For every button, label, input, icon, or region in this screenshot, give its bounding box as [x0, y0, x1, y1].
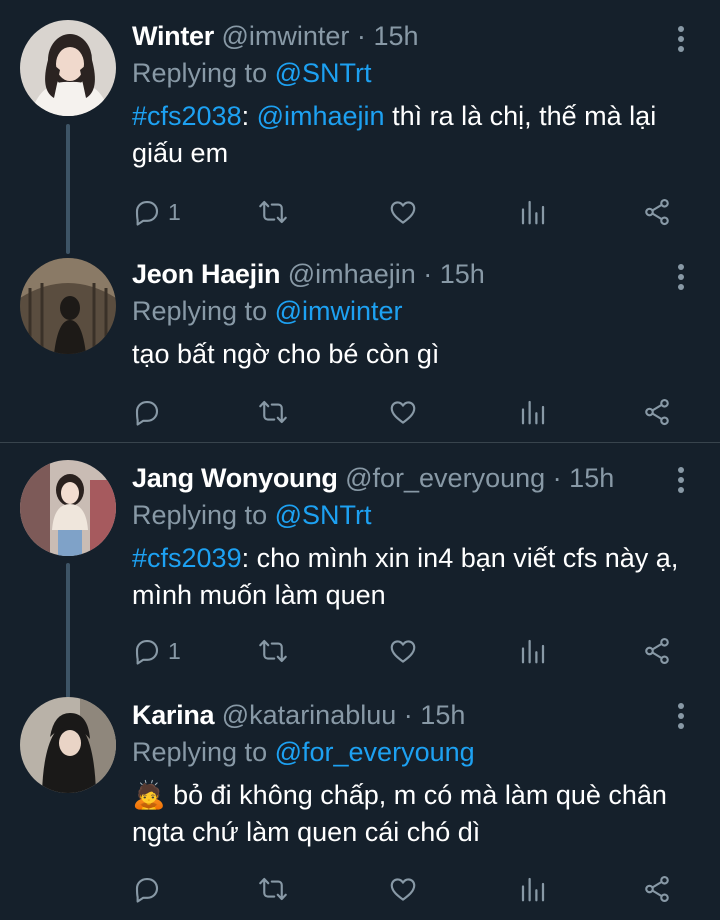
separator-dot: ·	[423, 259, 433, 289]
timestamp[interactable]: 15h	[373, 21, 418, 51]
tweet[interactable]: Jeon Haejin @imhaejin · 15h Replying to …	[0, 248, 720, 442]
share-icon	[645, 398, 669, 426]
retweet-button[interactable]	[258, 396, 288, 428]
heart-icon	[390, 878, 416, 901]
tweet-text-part: :	[241, 101, 257, 131]
replying-label: Replying to	[132, 296, 268, 326]
analytics-button[interactable]	[518, 635, 548, 667]
share-button[interactable]	[642, 635, 672, 667]
heart-icon	[390, 401, 416, 424]
retweet-icon	[259, 200, 287, 224]
tweet-text: #cfs2039: cho mình xin in4 bạn viết cfs …	[132, 540, 680, 614]
reply-icon	[135, 200, 159, 226]
retweet-button[interactable]	[258, 196, 288, 228]
share-button[interactable]	[642, 396, 672, 428]
thread-line	[66, 563, 70, 698]
share-icon	[645, 198, 669, 226]
more-vertical-icon[interactable]	[678, 264, 684, 290]
user-handle[interactable]: @for_everyoung	[345, 463, 545, 493]
analytics-icon	[521, 400, 545, 425]
reply-icon	[135, 877, 159, 903]
display-name[interactable]: Winter	[132, 21, 214, 51]
analytics-icon	[521, 639, 545, 664]
hashtag-link[interactable]: #cfs2039	[132, 543, 242, 573]
reply-icon	[135, 400, 159, 426]
reply-count: 1	[168, 637, 181, 664]
reply-button[interactable]: 1	[132, 196, 181, 228]
replying-to-mention[interactable]: @SNTrt	[275, 500, 372, 530]
display-name[interactable]: Jang Wonyoung	[132, 463, 338, 493]
tweet-text: 🙇 bỏ đi không chấp, m có mà làm què chân…	[132, 777, 680, 851]
retweet-icon	[259, 400, 287, 424]
display-name[interactable]: Jeon Haejin	[132, 259, 281, 289]
retweet-icon	[259, 877, 287, 901]
analytics-icon	[521, 200, 545, 225]
tweet-text-part: tạo bất ngờ cho bé còn gì	[132, 339, 440, 369]
separator-dot: ·	[403, 700, 413, 730]
thread-line	[66, 124, 70, 254]
share-icon	[645, 637, 669, 665]
avatar[interactable]	[20, 20, 116, 116]
analytics-button[interactable]	[518, 196, 548, 228]
retweet-button[interactable]	[258, 873, 288, 905]
tweet[interactable]: Winter @imwinter · 15h Replying to @SNTr…	[0, 0, 720, 254]
timestamp[interactable]: 15h	[569, 463, 614, 493]
more-vertical-icon[interactable]	[678, 703, 684, 729]
like-button[interactable]	[388, 196, 418, 228]
tweet[interactable]: Jang Wonyoung @for_everyoung · 15h Reply…	[0, 443, 720, 698]
analytics-button[interactable]	[518, 396, 548, 428]
replying-label: Replying to	[132, 737, 268, 767]
share-icon	[645, 875, 669, 903]
heart-icon	[390, 640, 416, 663]
replying-to-mention[interactable]: @for_everyoung	[275, 737, 475, 767]
timestamp[interactable]: 15h	[420, 700, 465, 730]
tweet-text: #cfs2038: @imhaejin thì ra là chị, thế m…	[132, 98, 680, 172]
retweet-icon	[259, 639, 287, 663]
analytics-button[interactable]	[518, 873, 548, 905]
reply-button[interactable]	[132, 396, 168, 428]
retweet-button[interactable]	[258, 635, 288, 667]
hashtag-link[interactable]: #cfs2038	[132, 101, 242, 131]
replying-to-mention[interactable]: @imwinter	[275, 296, 403, 326]
heart-icon	[390, 201, 416, 224]
avatar[interactable]	[20, 258, 116, 354]
user-handle[interactable]: @imwinter	[221, 21, 349, 51]
separator-dot: ·	[552, 463, 562, 493]
more-vertical-icon[interactable]	[678, 467, 684, 493]
display-name[interactable]: Karina	[132, 700, 215, 730]
user-handle[interactable]: @imhaejin	[288, 259, 416, 289]
share-button[interactable]	[642, 196, 672, 228]
like-button[interactable]	[388, 396, 418, 428]
timestamp[interactable]: 15h	[440, 259, 485, 289]
replying-label: Replying to	[132, 58, 268, 88]
tweet-text: tạo bất ngờ cho bé còn gì	[132, 336, 680, 373]
separator-dot: ·	[356, 21, 366, 51]
tweet-text-part: bỏ đi không chấp, m có mà làm què chân n…	[132, 780, 667, 847]
analytics-icon	[521, 877, 545, 902]
user-handle[interactable]: @katarinabluu	[222, 700, 397, 730]
avatar[interactable]	[20, 697, 116, 793]
replying-to-mention[interactable]: @SNTrt	[275, 58, 372, 88]
share-button[interactable]	[642, 873, 672, 905]
reply-count: 1	[168, 198, 181, 225]
replying-label: Replying to	[132, 500, 268, 530]
avatar[interactable]	[20, 460, 116, 556]
reply-button[interactable]	[132, 873, 168, 905]
like-button[interactable]	[388, 873, 418, 905]
mention-link[interactable]: @imhaejin	[257, 101, 385, 131]
tweet[interactable]: Karina @katarinabluu · 15h Replying to @…	[0, 683, 720, 920]
emoji: 🙇	[132, 780, 166, 810]
reply-icon	[135, 639, 159, 665]
more-vertical-icon[interactable]	[678, 26, 684, 52]
like-button[interactable]	[388, 635, 418, 667]
reply-button[interactable]: 1	[132, 635, 181, 667]
